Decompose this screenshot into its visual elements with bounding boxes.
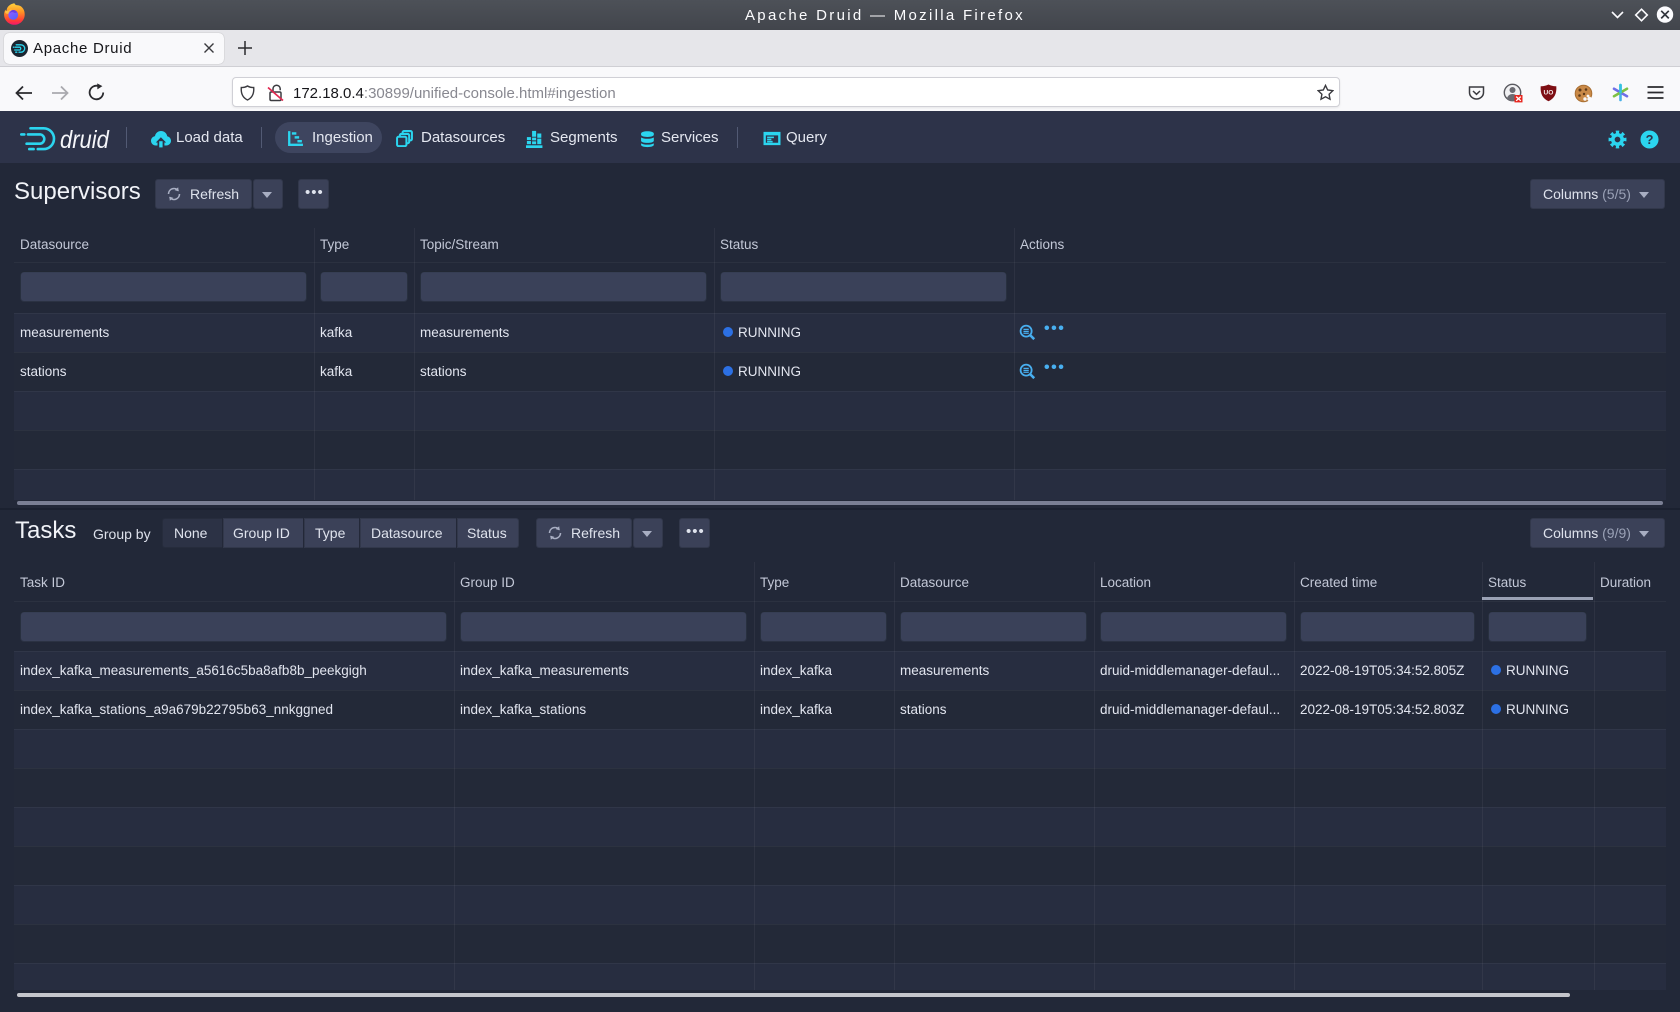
svg-text:?: ? [1646, 132, 1654, 147]
svg-text:UO: UO [1544, 90, 1554, 97]
